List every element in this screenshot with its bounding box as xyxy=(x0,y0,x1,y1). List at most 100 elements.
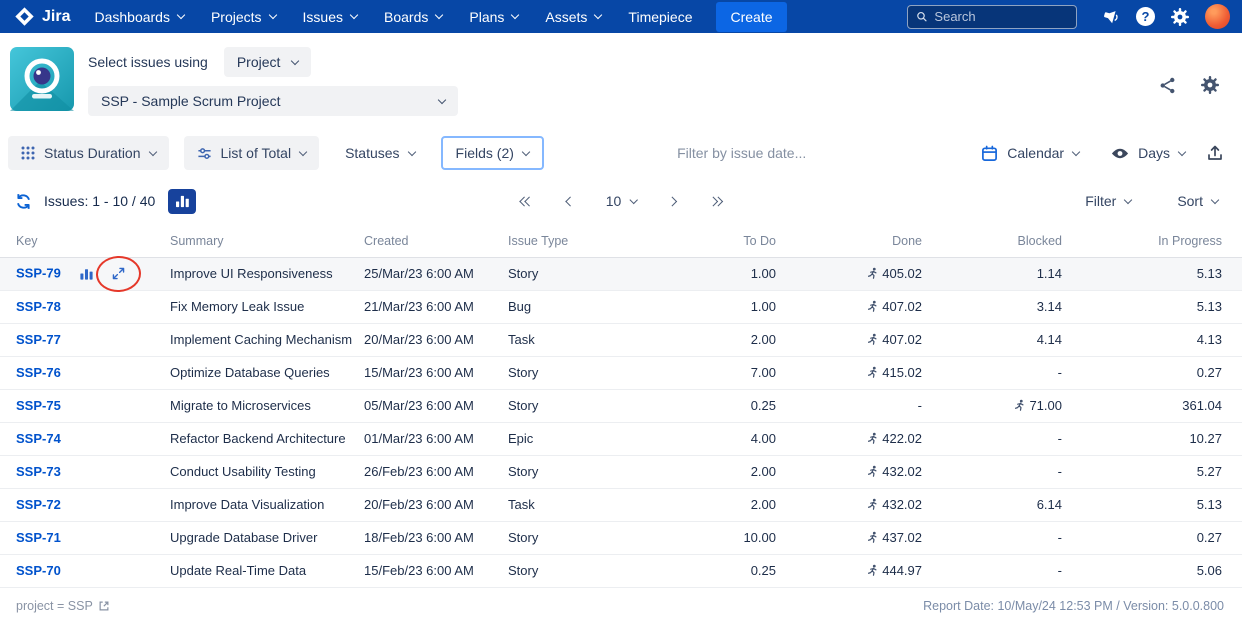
page-size-dropdown[interactable]: 10 xyxy=(606,193,638,209)
issue-key-link[interactable]: SSP-73 xyxy=(16,464,61,479)
report-settings-button[interactable] xyxy=(1200,75,1220,95)
column-header-issue-type[interactable]: Issue Type xyxy=(492,225,610,258)
main-menu: Dashboards Projects Issues Boards Plans … xyxy=(94,9,692,25)
issue-date-filter-input[interactable] xyxy=(677,145,838,161)
global-search[interactable] xyxy=(907,4,1077,29)
row-chart-button[interactable] xyxy=(77,264,97,284)
calendar-label: Calendar xyxy=(1007,145,1065,161)
created-cell: 15/Feb/23 6:00 AM xyxy=(348,554,492,588)
issues-table-body: SSP-79 Improve UI Responsiveness 25/Mar/23… xyxy=(0,254,1242,588)
issue-key-link[interactable]: SSP-72 xyxy=(16,497,61,512)
chart-view-button[interactable] xyxy=(168,188,197,214)
issues-table: Key Summary Created Issue Type To Do Don… xyxy=(0,225,1242,588)
nav-item-dashboards[interactable]: Dashboards xyxy=(94,9,186,25)
refresh-button[interactable] xyxy=(14,192,33,211)
project-dropdown[interactable]: SSP - Sample Scrum Project xyxy=(88,86,458,116)
unit-label: Days xyxy=(1138,145,1171,161)
runner-icon xyxy=(868,267,877,279)
sort-label: Sort xyxy=(1177,193,1203,209)
jira-logo[interactable]: Jira xyxy=(14,6,70,27)
help-button[interactable]: ? xyxy=(1136,7,1155,26)
nav-item-issues[interactable]: Issues xyxy=(303,9,359,25)
nav-item-plans[interactable]: Plans xyxy=(469,8,520,25)
pagination-next-button[interactable] xyxy=(666,196,677,207)
unit-dropdown[interactable]: Days xyxy=(1100,137,1196,169)
issue-key-link[interactable]: SSP-74 xyxy=(16,431,61,446)
column-header-key[interactable]: Key xyxy=(0,225,154,258)
chevron-down-icon xyxy=(407,147,416,156)
announcements-button[interactable] xyxy=(1102,7,1121,26)
fields-dropdown[interactable]: Fields (2) xyxy=(440,136,544,170)
pager-right-group: Filter Sort xyxy=(1083,187,1220,215)
issue-key-link[interactable]: SSP-79 xyxy=(16,265,61,280)
key-cell: SSP-78 xyxy=(0,290,154,324)
header-actions xyxy=(1158,75,1224,95)
column-header-blocked[interactable]: Blocked xyxy=(922,225,1062,258)
column-header-todo[interactable]: To Do xyxy=(610,225,776,258)
column-header-summary[interactable]: Summary xyxy=(154,225,348,258)
issue-source-dropdown[interactable]: Project xyxy=(223,47,312,77)
runner-icon xyxy=(868,366,877,378)
pagination-prev-button[interactable] xyxy=(565,196,576,207)
user-avatar[interactable] xyxy=(1205,4,1230,29)
key-cell: SSP-72 xyxy=(0,488,154,522)
external-link-icon[interactable] xyxy=(98,600,110,612)
issue-key-link[interactable]: SSP-77 xyxy=(16,332,61,347)
share-button[interactable] xyxy=(1158,76,1177,95)
issue-source-value: Project xyxy=(236,54,281,70)
report-footer: project = SSP Report Date: 10/May/24 12:… xyxy=(0,588,1242,613)
issue-key-link[interactable]: SSP-70 xyxy=(16,563,61,578)
gear-icon xyxy=(1171,7,1189,26)
issue-type-cell: Story xyxy=(492,257,610,291)
issue-key-link[interactable]: SSP-78 xyxy=(16,299,61,314)
nav-item-boards[interactable]: Boards xyxy=(384,9,444,25)
created-cell: 18/Feb/23 6:00 AM xyxy=(348,521,492,555)
calendar-dropdown[interactable]: Calendar xyxy=(970,137,1090,170)
project-value: SSP - Sample Scrum Project xyxy=(101,93,281,109)
calendar-icon xyxy=(982,145,998,161)
issue-key-link[interactable]: SSP-76 xyxy=(16,365,61,380)
key-cell: SSP-79 xyxy=(0,254,154,293)
row-expand-button[interactable] xyxy=(109,264,129,284)
column-header-in-progress[interactable]: In Progress xyxy=(1062,225,1242,258)
nav-item-label: Plans xyxy=(469,8,505,25)
column-header-done[interactable]: Done xyxy=(776,225,922,258)
chevron-down-icon xyxy=(148,147,157,156)
filter-dropdown[interactable]: Filter xyxy=(1083,187,1133,215)
todo-cell: 0.25 xyxy=(610,554,776,588)
pagination-last-button[interactable] xyxy=(707,196,723,207)
issue-key-link[interactable]: SSP-75 xyxy=(16,398,61,413)
issue-type-cell: Story xyxy=(492,554,610,588)
issue-key-link[interactable]: SSP-71 xyxy=(16,530,61,545)
chevron-down-icon xyxy=(629,195,638,204)
nav-item-projects[interactable]: Projects xyxy=(210,8,277,25)
gear-icon xyxy=(1201,76,1219,94)
export-button[interactable] xyxy=(1206,144,1224,162)
view-mode-dropdown[interactable]: List of Total xyxy=(183,136,320,170)
sort-dropdown[interactable]: Sort xyxy=(1175,187,1220,215)
table-row: SSP-73 Conduct Usability Testing 26/Feb/23… xyxy=(0,455,1242,489)
nav-item-assets[interactable]: Assets xyxy=(545,9,603,25)
jira-logo-text: Jira xyxy=(42,7,71,25)
summary-cell: Refactor Backend Architecture xyxy=(154,422,348,456)
pagination-first-button[interactable] xyxy=(519,196,535,207)
create-button[interactable]: Create xyxy=(716,1,787,32)
report-info-label: Report Date: 10/May/24 12:53 PM / Versio… xyxy=(923,598,1224,613)
report-type-dropdown[interactable]: Status Duration xyxy=(8,136,169,170)
statuses-dropdown[interactable]: Statuses xyxy=(334,137,425,169)
settings-button[interactable] xyxy=(1170,7,1190,27)
statuses-label: Statuses xyxy=(345,145,400,161)
app-logo-icon xyxy=(10,47,74,111)
issue-type-cell: Task xyxy=(492,323,610,357)
nav-item-timepiece[interactable]: Timepiece xyxy=(628,9,692,25)
sliders-icon xyxy=(197,147,211,159)
search-input[interactable] xyxy=(934,9,1068,24)
done-cell: 432.02 xyxy=(776,455,922,489)
chevron-down-icon xyxy=(291,56,300,65)
nav-item-label: Projects xyxy=(210,8,262,25)
help-icon: ? xyxy=(1136,7,1155,26)
issue-type-cell: Story xyxy=(492,521,610,555)
issue-source-block: Select issues using Project SSP - Sample… xyxy=(88,45,458,116)
column-header-created[interactable]: Created xyxy=(348,225,492,258)
search-icon xyxy=(917,11,927,22)
